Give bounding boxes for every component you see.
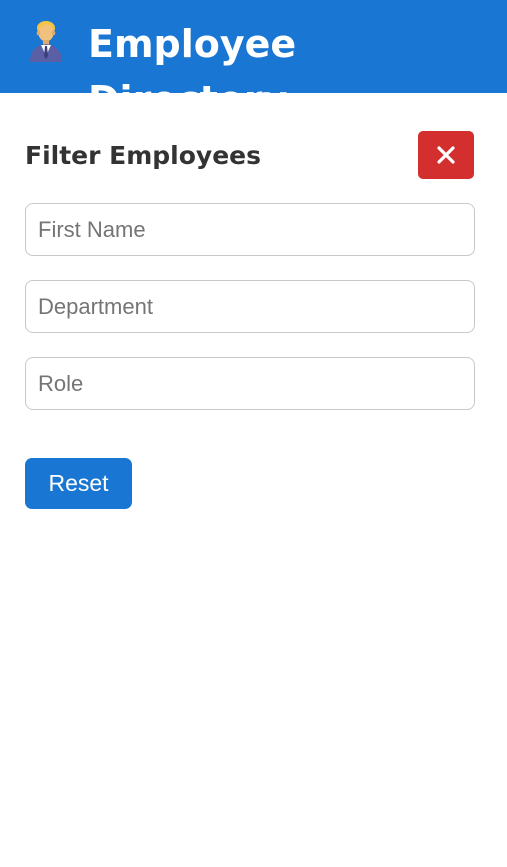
filter-panel-header: Filter Employees	[25, 131, 474, 179]
filter-panel: Filter Employees Reset	[0, 93, 507, 867]
department-input[interactable]	[25, 280, 475, 333]
app-page: Employee Directory Filter Employees Rese…	[0, 0, 507, 867]
role-input[interactable]	[25, 357, 475, 410]
reset-button[interactable]: Reset	[25, 458, 132, 509]
filter-panel-title: Filter Employees	[25, 141, 262, 170]
close-icon	[437, 146, 455, 164]
first-name-input[interactable]	[25, 203, 475, 256]
office-worker-icon	[24, 16, 68, 72]
close-button[interactable]	[418, 131, 474, 179]
